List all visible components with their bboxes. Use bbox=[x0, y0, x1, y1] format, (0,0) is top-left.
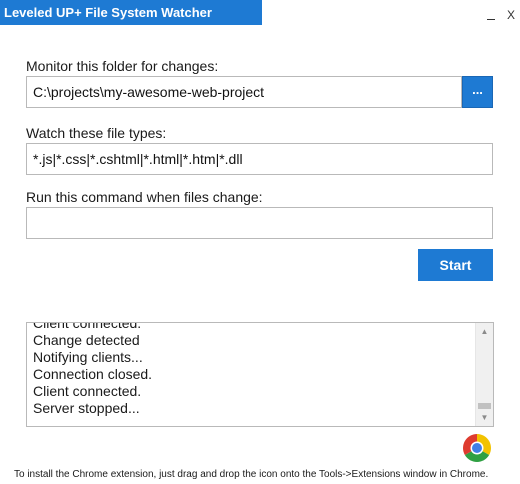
log-scrollbar[interactable]: ▲ ▼ bbox=[475, 323, 493, 426]
log-line: Notifying clients... bbox=[33, 349, 143, 365]
start-button[interactable]: Start bbox=[418, 249, 493, 281]
log-line: Change detected bbox=[33, 332, 140, 348]
folder-label: Monitor this folder for changes: bbox=[26, 58, 219, 74]
filetypes-label: Watch these file types: bbox=[26, 125, 167, 141]
command-label: Run this command when files change: bbox=[26, 189, 263, 205]
log-line: Connection closed. bbox=[33, 366, 153, 382]
log-output[interactable]: Client connected. Change detected Notify… bbox=[26, 322, 494, 427]
log-line: Client connected. bbox=[33, 383, 142, 399]
minimize-button[interactable] bbox=[482, 6, 500, 24]
window-title: Leveled UP+ File System Watcher bbox=[0, 0, 262, 25]
footer-hint: To install the Chrome extension, just dr… bbox=[14, 469, 489, 480]
log-line: Client connected. bbox=[33, 322, 142, 331]
filetypes-input[interactable] bbox=[26, 143, 493, 175]
scroll-down-icon[interactable]: ▼ bbox=[476, 409, 493, 426]
browse-button[interactable]: ... bbox=[462, 76, 493, 108]
chrome-logo-graphic bbox=[463, 434, 491, 462]
log-lines: Client connected. Change detected Notify… bbox=[33, 322, 473, 417]
log-line: Server stopped... bbox=[33, 400, 140, 416]
scroll-up-icon[interactable]: ▲ bbox=[476, 323, 493, 340]
chrome-icon[interactable] bbox=[461, 432, 493, 464]
close-button[interactable]: X bbox=[502, 6, 520, 24]
command-input[interactable] bbox=[26, 207, 493, 239]
folder-input[interactable] bbox=[26, 76, 462, 108]
